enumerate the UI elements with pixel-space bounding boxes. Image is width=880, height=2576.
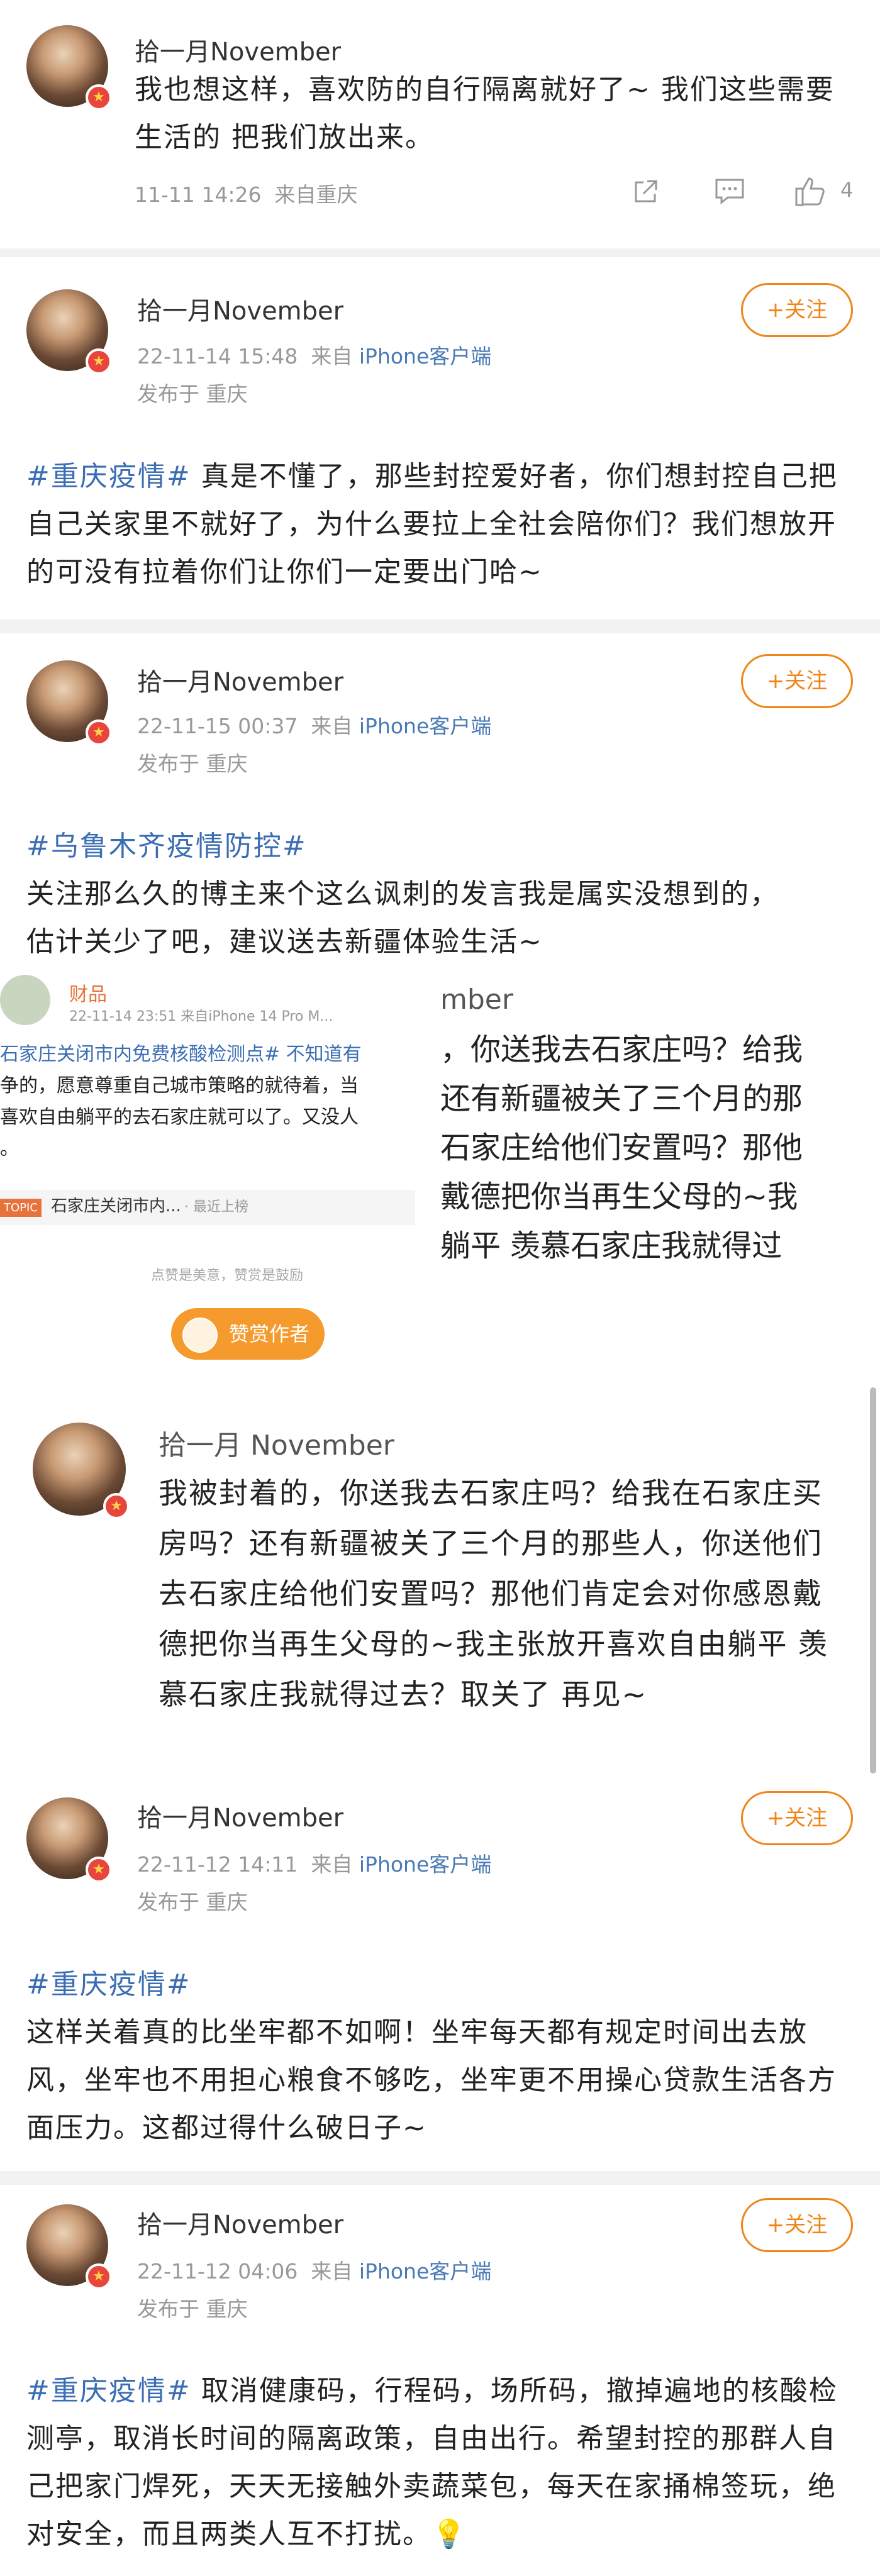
topic-chip: TOPIC 石家庄关闭市内... · 最近上榜 [0,1190,415,1225]
follow-button[interactable]: +关注 [741,283,853,337]
username[interactable]: 拾一月November [137,2204,343,2241]
from-label: 来自 [311,1852,353,1877]
topic-title: 石家庄关闭市内... [51,1197,181,1216]
post-source[interactable]: iPhone客户端 [359,1852,491,1877]
embed-author: 财品 [69,984,107,1006]
like-count: 4 [840,178,854,202]
avatar[interactable]: ★ [26,1797,112,1883]
scrollbar[interactable] [870,1387,876,1774]
vip-badge-icon: ★ [86,719,112,746]
hashtag[interactable]: #乌鲁木齐疫情防控# [26,823,307,870]
reward-avatar-icon [182,1318,218,1353]
username[interactable]: 拾一月November [137,291,343,327]
reward-note: 点赞是美意，赞赏是鼓励 [151,1268,304,1284]
avatar[interactable]: ★ [26,289,112,375]
post-meta: 22-11-14 15:48 来自 iPhone客户端 [137,340,491,370]
post-text: 这样关着真的比坐牢都不如啊！坐牢每天都有规定时间出去放风，坐牢也不用担心粮食不够… [26,2016,837,2144]
vip-badge-icon: ★ [86,84,112,111]
avatar[interactable]: ★ [26,25,112,111]
post-meta: 22-11-12 04:06 来自 iPhone客户端 [137,2255,491,2285]
follow-button[interactable]: +关注 [741,2198,853,2252]
username[interactable]: 拾一月November [135,31,341,68]
embed-right-line-4: 戴德把你当再生父母的~我 [440,1179,798,1214]
hashtag[interactable]: #重庆疫情# [26,1961,191,2009]
avatar[interactable]: ★ [26,2204,112,2290]
reply-text: 我被封着的，你送我去石家庄吗？给我在石家庄买房吗？还有新疆被关了三个月的那些人，… [159,1476,829,1711]
topic-hint: · 最近上榜 [184,1199,248,1215]
vip-badge-icon: ★ [86,1857,112,1883]
embed-text-2: 争的，愿意尊重自己城市策略的就待着，当 [0,1075,359,1097]
post-date: 22-11-14 15:48 [137,344,298,369]
post-location: 发布于 重庆 [137,752,248,776]
vip-badge-icon: ★ [86,348,112,375]
post-date: 22-11-15 00:37 [137,714,298,738]
post-meta: 22-11-15 00:37 来自 iPhone客户端 [137,709,491,740]
post-text: #重庆疫情# 真是不懂了，那些封控爱好者，你们想封控自己把自己关家里不就好了，为… [26,453,857,596]
post-location: 发布于 重庆 [137,382,248,406]
topic-chip-label: TOPIC [0,1199,42,1217]
username[interactable]: 拾一月November [137,662,343,698]
embed-right-line-5: 躺平 羡慕石家庄我就得过 [440,1228,783,1263]
divider [0,248,880,257]
vip-badge-icon: ★ [86,2263,112,2290]
divider [0,619,880,633]
embed-right-line-3: 石家庄给他们安置吗？那他 [440,1130,803,1165]
embed-meta: 22-11-14 23:51 来自iPhone 14 Pro M... [69,1009,333,1024]
embed-right-name: mber [440,984,513,1016]
follow-button[interactable]: +关注 [741,1791,853,1845]
comment-icon[interactable] [714,176,745,208]
embed-avatar [0,975,50,1025]
follow-button[interactable]: +关注 [741,654,853,708]
embedded-screenshot-right: mber ，你送我去石家庄吗？给我 还有新疆被关了三个月的那 石家庄给他们安置吗… [440,981,862,1321]
from-label: 来自 [311,2259,353,2284]
comment-date: 11-11 14:26 [135,182,262,207]
post-source[interactable]: iPhone客户端 [359,344,491,369]
embed-text-3: 喜欢自由躺平的去石家庄就可以了。又没人 [0,1106,359,1128]
post-date: 22-11-12 04:06 [137,2259,298,2284]
divider [0,2171,880,2185]
lightbulb-emoji-icon: 💡 [432,2518,467,2550]
from-label: 来自 [311,344,353,369]
post-text: 关注那么久的博主来个这么讽刺的发言我是属实没想到的，估计关少了吧，建议送去新疆体… [26,878,779,958]
embedded-screenshot-left: 财品 22-11-14 23:51 来自iPhone 14 Pro M... 石… [0,969,440,1371]
post-source[interactable]: iPhone客户端 [359,714,491,738]
comment-time: 11-11 14:26 来自重庆 [135,178,357,208]
username[interactable]: 拾一月November [137,1797,343,1834]
post-location: 发布于 重庆 [137,2297,248,2321]
avatar[interactable]: ★ [33,1423,130,1519]
embed-text-4: 。 [0,1138,19,1160]
share-icon[interactable] [631,176,662,208]
from-label: 来自 [311,714,353,738]
vip-badge-icon: ★ [103,1493,130,1519]
hashtag[interactable]: #重庆疫情# [26,2375,191,2407]
like-icon[interactable] [794,175,827,208]
embed-text-1: 石家庄关闭市内免费核酸检测点# 不知道有 [0,1043,362,1065]
hashtag[interactable]: #重庆疫情# [26,460,191,492]
embed-right-line-1: ，你送我去石家庄吗？给我 [440,1032,803,1067]
reply-username[interactable]: 拾一月 November [159,1423,394,1463]
comment-text: 我也想这样，喜欢防的自行隔离就好了~ 我们这些需要生活的 把我们放出来。 [135,74,835,153]
post-location: 发布于 重庆 [137,1890,248,1914]
post-source[interactable]: iPhone客户端 [359,2259,491,2284]
avatar[interactable]: ★ [26,660,112,746]
post-date: 22-11-12 14:11 [137,1852,298,1877]
embed-line: 石家庄关闭市内免费核酸检测点# 不知道有 争的，愿意尊重自己城市策略的就待着，当… [0,1039,434,1165]
comment-location: 来自重庆 [274,182,358,207]
embed-right-line-2: 还有新疆被关了三个月的那 [440,1081,803,1116]
post-meta: 22-11-12 14:11 来自 iPhone客户端 [137,1848,491,1878]
post-text: #重庆疫情# 取消健康码，行程码，场所码，撤掉遍地的核酸检测亭，取消长时间的隔离… [26,2367,857,2558]
